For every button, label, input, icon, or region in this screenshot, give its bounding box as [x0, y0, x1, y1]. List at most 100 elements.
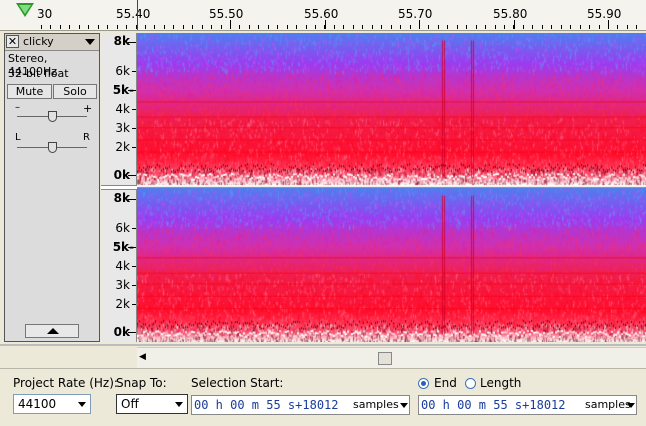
track-menu-dropdown-icon[interactable] — [85, 39, 95, 45]
track-name[interactable]: clicky — [23, 35, 54, 48]
freq-label: 8k — [113, 34, 130, 48]
track-title-bar[interactable]: ✕ clicky — [5, 34, 99, 51]
ruler-minor-tick — [79, 25, 80, 29]
freq-label: 6k — [115, 221, 130, 235]
track-bottom-border — [0, 344, 646, 346]
end-radio-label[interactable]: End — [434, 376, 457, 390]
ruler-minor-tick — [381, 25, 382, 29]
ruler-minor-tick — [457, 25, 458, 29]
ruler-label: 55.40 — [116, 7, 151, 21]
ruler-minor-tick — [343, 25, 344, 29]
freq-tick — [128, 90, 136, 91]
snap-to-label: Snap To: — [116, 376, 167, 390]
ruler-minor-tick — [410, 25, 411, 29]
freq-label: 4k — [115, 259, 130, 273]
chevron-down-icon — [627, 403, 635, 408]
chevron-down-icon — [175, 402, 183, 407]
ruler-major-tick — [325, 20, 326, 29]
project-rate-select[interactable]: 44100 — [13, 394, 91, 414]
snap-to-select[interactable]: Off — [116, 394, 188, 414]
ruler-minor-tick — [249, 25, 250, 29]
length-radio[interactable] — [465, 378, 476, 389]
selection-start-label: Selection Start: — [191, 376, 284, 390]
freq-tick — [132, 147, 136, 148]
ruler-minor-tick — [164, 25, 165, 29]
gain-minus-label: – — [15, 102, 20, 113]
ruler-minor-tick — [419, 25, 420, 29]
freq-tick — [132, 228, 136, 229]
scroll-left-arrow-icon[interactable]: ◀ — [139, 352, 146, 362]
end-time-unit: samples — [585, 398, 631, 411]
track-control-panel[interactable]: ✕ clicky Stereo, 44100Hz 32-bit float Mu… — [4, 33, 100, 342]
ruler-label: 55.70 — [398, 7, 433, 21]
ruler-minor-tick — [627, 25, 628, 29]
freq-tick — [128, 175, 136, 176]
solo-button[interactable]: Solo — [53, 84, 97, 99]
freq-tick — [128, 247, 136, 248]
close-track-button[interactable]: ✕ — [6, 35, 19, 48]
ruler-label: 55.90 — [587, 7, 622, 21]
pan-slider-knob[interactable] — [48, 142, 57, 153]
scroll-thumb[interactable] — [378, 352, 392, 365]
ruler-minor-tick — [230, 25, 231, 29]
ruler-minor-tick — [542, 25, 543, 29]
ruler-minor-tick — [202, 25, 203, 29]
selection-end-time[interactable]: 00 h 00 m 55 s+18012 samples — [418, 395, 637, 415]
frequency-ruler[interactable]: 8k 6k 5k- 4k 3k 2k 0k 8k 6k 5k- 4k 3k 2k… — [101, 33, 137, 342]
ruler-major-tick — [514, 20, 515, 29]
ruler-minor-tick — [353, 25, 354, 29]
gain-slider-knob[interactable] — [48, 111, 57, 122]
ruler-minor-tick — [324, 25, 325, 29]
ruler-label: 55.60 — [304, 7, 339, 21]
ruler-minor-tick — [561, 25, 562, 29]
collapse-arrow-icon — [47, 328, 59, 334]
freq-label: 3k — [115, 121, 130, 135]
length-radio-label[interactable]: Length — [480, 376, 521, 390]
horizontal-scrollbar[interactable]: ◀ — [137, 347, 646, 368]
ruler-minor-tick — [523, 25, 524, 29]
ruler-minor-tick — [183, 25, 184, 29]
ruler-minor-tick — [41, 25, 42, 29]
ruler-minor-tick — [287, 25, 288, 29]
ruler-minor-tick — [466, 25, 467, 29]
ruler-minor-tick — [495, 25, 496, 29]
pan-left-label: L — [15, 132, 21, 143]
ruler-minor-tick — [88, 25, 89, 29]
ruler-minor-tick — [617, 25, 618, 29]
ruler-minor-tick — [532, 25, 533, 29]
chevron-down-icon — [78, 402, 86, 407]
freq-label: 3k — [115, 278, 130, 292]
ruler-minor-tick — [636, 25, 637, 29]
ruler-minor-tick — [400, 25, 401, 29]
ruler-minor-tick — [107, 25, 108, 29]
freq-tick — [132, 109, 136, 110]
ruler-minor-tick — [145, 25, 146, 29]
mute-button[interactable]: Mute — [7, 84, 52, 99]
ruler-minor-tick — [447, 25, 448, 29]
ruler-minor-tick — [589, 25, 590, 29]
ruler-minor-tick — [50, 25, 51, 29]
ruler-minor-tick — [126, 25, 127, 29]
selection-start-time[interactable]: 00 h 00 m 55 s+18012 samples — [191, 395, 410, 415]
ruler-minor-tick — [608, 25, 609, 29]
ruler-minor-tick — [69, 25, 70, 29]
freq-label: 6k — [115, 64, 130, 78]
collapse-track-button[interactable] — [25, 324, 79, 338]
spectrogram-view[interactable] — [137, 33, 646, 342]
timeline-ruler[interactable]: 30 55.40 55.50 55.60 55.70 55.80 55.90 — [0, 0, 646, 31]
freq-tick — [132, 266, 136, 267]
freq-label: 4k — [115, 102, 130, 116]
ruler-minor-tick — [258, 25, 259, 29]
project-rate-label: Project Rate (Hz): — [13, 376, 118, 390]
end-radio[interactable] — [418, 378, 429, 389]
ruler-minor-tick — [504, 25, 505, 29]
freq-tick — [132, 285, 136, 286]
play-marker-highlight — [19, 5, 31, 14]
freq-label: 8k — [113, 191, 130, 205]
pan-right-label: R — [83, 132, 90, 143]
ruler-minor-tick — [428, 25, 429, 29]
ruler-minor-tick — [154, 25, 155, 29]
ruler-minor-tick — [599, 25, 600, 29]
track-bit-depth: 32-bit float — [8, 67, 69, 80]
snap-to-value: Off — [121, 397, 139, 411]
